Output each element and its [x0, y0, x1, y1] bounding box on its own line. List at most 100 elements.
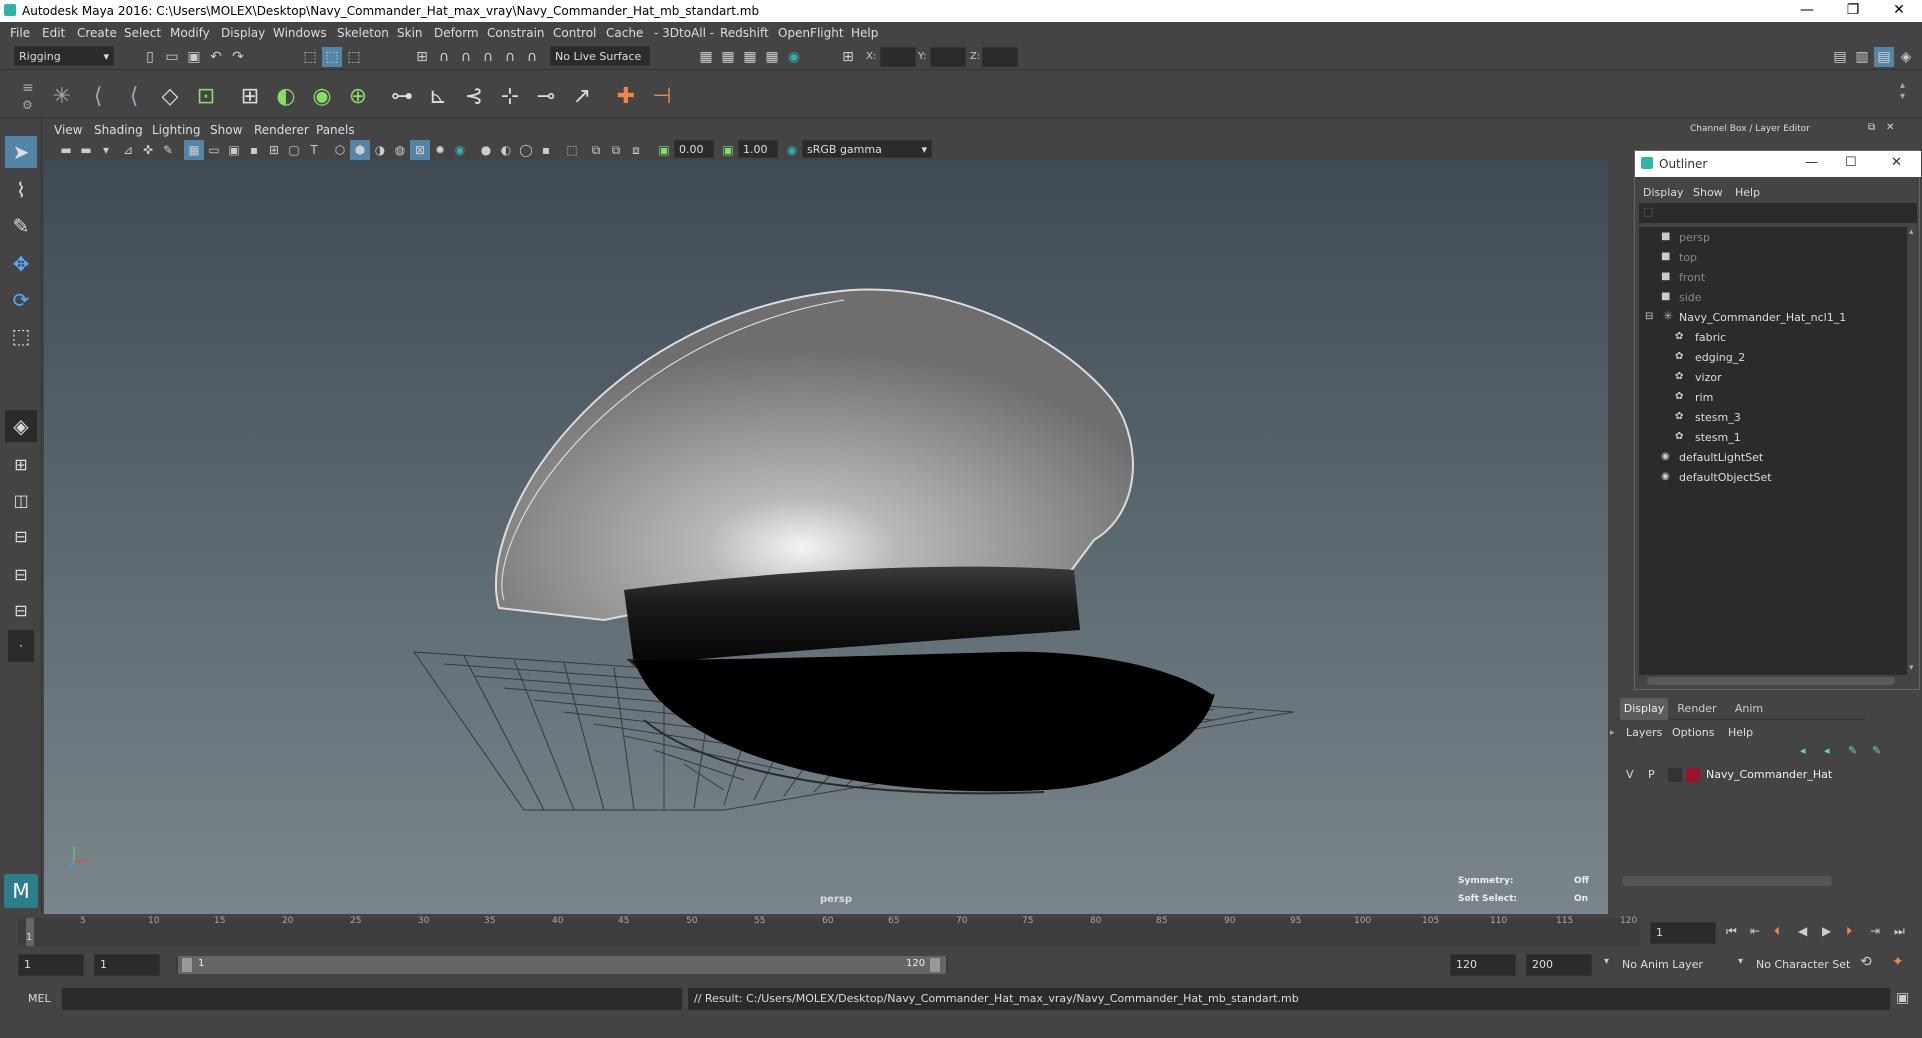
- paint-select-icon[interactable]: ✎: [5, 210, 37, 242]
- panel-menu-shading[interactable]: Shading: [94, 123, 143, 137]
- mirror-joint-icon[interactable]: ◇: [154, 80, 186, 112]
- exposure-field[interactable]: 0.00: [674, 140, 714, 158]
- wire-icon[interactable]: ⊕: [342, 80, 374, 112]
- layer-menu-options[interactable]: Options: [1672, 726, 1714, 739]
- script-language-label[interactable]: MEL: [28, 992, 51, 1005]
- select-component-icon[interactable]: ⬚: [344, 47, 364, 67]
- channel-box-icon[interactable]: ▤: [1874, 47, 1894, 67]
- menu-deform[interactable]: Deform: [434, 26, 479, 40]
- aim-constraint-icon[interactable]: ⊾: [422, 80, 454, 112]
- two-view-icon[interactable]: ◫: [5, 484, 37, 516]
- 2d-pan-icon[interactable]: ✜: [138, 140, 158, 160]
- shadows-icon[interactable]: ◉: [450, 140, 470, 160]
- parent-constraint-icon[interactable]: ⊸: [530, 80, 562, 112]
- ik-handle-icon[interactable]: ⟨: [82, 80, 114, 112]
- outliner-maximize-icon[interactable]: ☐: [1845, 155, 1857, 170]
- color-space-dropdown[interactable]: sRGB gamma ▾: [802, 140, 932, 158]
- z-field[interactable]: [982, 47, 1018, 67]
- new-layer-icon[interactable]: ✎: [1848, 744, 1857, 757]
- render-current-icon[interactable]: ▦: [718, 47, 738, 67]
- lasso-tool-icon[interactable]: ⌇: [5, 174, 37, 206]
- outliner-scroll-up-icon[interactable]: ▴: [1909, 227, 1914, 237]
- time-slider[interactable]: 1 5 10 15 20 25 30 35 40 45 50 55 60 65 …: [0, 914, 1922, 950]
- menu-skin[interactable]: Skin: [397, 26, 423, 40]
- camera-attr-icon[interactable]: ▬: [76, 140, 96, 160]
- layer-menu-help[interactable]: Help: [1728, 726, 1753, 739]
- script-editor-icon[interactable]: ▣: [1896, 990, 1909, 1006]
- tab-render[interactable]: Render: [1672, 698, 1722, 720]
- move-layer-down-icon[interactable]: ◂: [1824, 744, 1830, 757]
- motion-blur-icon[interactable]: ◐: [496, 140, 516, 160]
- ik-spline-icon[interactable]: ⟨: [118, 80, 150, 112]
- step-forward-key-icon[interactable]: ⇥: [1870, 924, 1880, 938]
- gate-mask-icon[interactable]: ▪: [244, 140, 264, 160]
- outliner-item-side[interactable]: side: [1679, 291, 1702, 304]
- outliner-item-rim[interactable]: rim: [1695, 391, 1713, 404]
- outliner-item-vizor[interactable]: vizor: [1695, 371, 1722, 384]
- menu-openflight[interactable]: OpenFlight: [778, 26, 844, 40]
- start-time-field[interactable]: 1: [18, 954, 84, 976]
- minimize-button[interactable]: —: [1784, 0, 1830, 22]
- menu-edit[interactable]: Edit: [42, 26, 65, 40]
- layer-menu-layers[interactable]: Layers: [1626, 726, 1662, 739]
- go-to-end-icon[interactable]: ⏭: [1894, 924, 1905, 939]
- xray-joints-icon[interactable]: ⧉: [606, 140, 626, 160]
- redo-icon[interactable]: ↷: [228, 47, 248, 67]
- textured-icon[interactable]: ⊠: [410, 140, 430, 160]
- locator-icon[interactable]: ✚: [610, 80, 642, 112]
- outliner-close-icon[interactable]: ✕: [1891, 155, 1902, 170]
- grease-pencil-icon[interactable]: ✎: [158, 140, 178, 160]
- anim-layer-dropdown-icon[interactable]: ▾: [1604, 956, 1609, 967]
- outliner-minimize-icon[interactable]: —: [1805, 155, 1818, 170]
- image-plane-icon[interactable]: ⊿: [118, 140, 138, 160]
- move-layer-up-icon[interactable]: ◂: [1800, 744, 1806, 757]
- snap-point-icon[interactable]: ∩: [456, 47, 476, 67]
- shelf-scroll-icon[interactable]: ▴ ▾: [1900, 80, 1905, 102]
- menu-modify[interactable]: Modify: [170, 26, 210, 40]
- layer-type-box[interactable]: [1668, 768, 1682, 782]
- use-lights-icon[interactable]: ✹: [430, 140, 450, 160]
- outliner-h-scrollbar[interactable]: [1647, 677, 1895, 685]
- playback-end-field[interactable]: 120: [1450, 954, 1516, 976]
- panel-menu-lighting[interactable]: Lighting: [152, 123, 201, 137]
- undo-icon[interactable]: ↶: [206, 47, 226, 67]
- set-driven-key-icon[interactable]: ⊣: [646, 80, 678, 112]
- close-button[interactable]: ✕: [1876, 0, 1922, 22]
- menu-help[interactable]: Help: [851, 26, 878, 40]
- outliner-menu-help[interactable]: Help: [1735, 186, 1760, 199]
- wireframe-on-shaded-icon[interactable]: ◍: [390, 140, 410, 160]
- lattice-icon[interactable]: ◐: [270, 80, 302, 112]
- layer-row[interactable]: V P Navy_Commander_Hat: [1622, 764, 1902, 786]
- move-tool-icon[interactable]: ✥: [5, 248, 37, 280]
- char-set-dropdown-icon[interactable]: ▾: [1738, 956, 1743, 967]
- ipr-render-icon[interactable]: ▦: [740, 47, 760, 67]
- camera-select-icon[interactable]: ▬: [56, 140, 76, 160]
- step-back-frame-icon[interactable]: ⏴: [1774, 924, 1780, 939]
- layer-name[interactable]: Navy_Commander_Hat: [1706, 768, 1832, 781]
- ambient-occlusion-icon[interactable]: ●: [476, 140, 496, 160]
- wireframe-icon[interactable]: ⬡: [330, 140, 350, 160]
- char-set-field[interactable]: No Character Set: [1756, 958, 1850, 971]
- modeling-toolkit-icon[interactable]: ▤: [1830, 47, 1850, 67]
- smooth-shade-icon[interactable]: ⬢: [350, 140, 370, 160]
- tool-settings-icon[interactable]: ◈: [1896, 47, 1916, 67]
- range-track[interactable]: 1 120: [176, 956, 948, 974]
- cluster-icon[interactable]: ⊞: [234, 80, 266, 112]
- menu-control[interactable]: Control: [553, 26, 596, 40]
- menu-redshift[interactable]: Redshift: [720, 26, 769, 40]
- rotate-tool-icon[interactable]: ⟳: [5, 284, 37, 316]
- bookmark-icon[interactable]: ▾: [96, 140, 116, 160]
- snap-live-icon[interactable]: ∩: [522, 47, 542, 67]
- collapse-icon[interactable]: ⊟: [1645, 311, 1653, 322]
- anim-layer-field[interactable]: No Anim Layer: [1622, 958, 1703, 971]
- play-forward-icon[interactable]: ▶: [1822, 924, 1831, 938]
- scale-constraint-icon[interactable]: ⊹: [494, 80, 526, 112]
- xray-components-icon[interactable]: ⧈: [626, 140, 646, 160]
- menu-3dtoall[interactable]: - 3DtoAll -: [654, 26, 714, 40]
- y-field[interactable]: [930, 47, 966, 67]
- outliner-item-hat-group[interactable]: Navy_Commander_Hat_ncl1_1: [1679, 311, 1846, 324]
- graph-view-icon[interactable]: ⊟: [5, 558, 37, 590]
- shelf-settings-icon[interactable]: ⚙: [22, 98, 33, 112]
- outliner-item-top[interactable]: top: [1679, 251, 1697, 264]
- scale-tool-icon[interactable]: ⬚: [5, 320, 37, 352]
